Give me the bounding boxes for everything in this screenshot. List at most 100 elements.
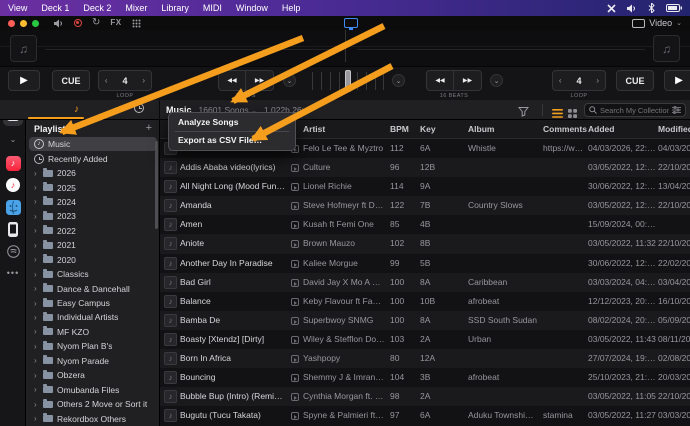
sidebar-item-obzera[interactable]: ›Obzera [26, 368, 160, 382]
column-header-key[interactable]: Key [420, 120, 436, 139]
disclosure-icon[interactable]: › [34, 414, 39, 423]
table-row[interactable]: ♪Bamba DeSuperbwoy SNMG1008ASSD South Su… [160, 311, 690, 330]
collapse-rail-icon[interactable]: ⌄ [3, 130, 23, 148]
crossfader-handle[interactable] [345, 70, 351, 92]
automix-icon[interactable]: ↻ [92, 18, 100, 28]
disclosure-icon[interactable]: › [34, 400, 39, 409]
zoom-window-button[interactable] [32, 20, 39, 27]
column-header-artist[interactable]: Artist [303, 120, 325, 139]
device-icon[interactable] [3, 220, 23, 238]
disclosure-icon[interactable]: › [34, 226, 39, 235]
sidebar-item-2024[interactable]: ›2024 [26, 195, 160, 209]
table-row[interactable]: ♪AmandaSteve Hofmeyr ft Demi Lee…1227BCo… [160, 196, 690, 215]
menu-item-deck-1[interactable]: Deck 1 [41, 3, 69, 13]
search-input[interactable] [600, 106, 669, 115]
bluetooth-icon[interactable] [648, 3, 655, 13]
display-icon[interactable] [344, 18, 358, 28]
column-header-album[interactable]: Album [468, 120, 494, 139]
deck2-cue-button[interactable]: CUE [616, 70, 654, 91]
table-row[interactable]: ♪Addis Ababa video(lyrics)Culture9612B03… [160, 158, 690, 177]
loop-increment-icon[interactable]: › [137, 71, 151, 90]
sidebar-item-mf-kzo[interactable]: ›MF KZO [26, 325, 160, 339]
search-field[interactable] [584, 103, 686, 117]
disclosure-icon[interactable]: › [34, 241, 39, 250]
sidebar-item-recently-added[interactable]: Recently Added [26, 151, 160, 165]
apple-music-icon[interactable]: ♪ [3, 154, 23, 172]
playlists-scrollbar[interactable] [155, 141, 158, 229]
close-window-button[interactable] [8, 20, 15, 27]
column-header-comments[interactable]: Comments [543, 120, 587, 139]
sidebar-item-omubanda-files[interactable]: ›Omubanda Files [26, 382, 160, 396]
deck2-beats-menu-icon[interactable]: ⌄ [490, 74, 503, 87]
tab-playlists-music-icon[interactable]: ♪ [74, 103, 79, 116]
menu-item-help[interactable]: Help [282, 3, 301, 13]
loop-increment-icon[interactable]: › [591, 71, 605, 90]
disclosure-icon[interactable]: › [34, 299, 39, 308]
add-playlist-button[interactable]: + [146, 123, 152, 134]
sidebar-item-2025[interactable]: ›2025 [26, 180, 160, 194]
sidebar-item-classics[interactable]: ›Classics [26, 267, 160, 281]
list-view-icon[interactable] [552, 105, 563, 123]
grid-view-icon[interactable] [568, 105, 577, 123]
crossfader[interactable] [312, 70, 384, 92]
minimize-window-button[interactable] [20, 20, 27, 27]
table-row[interactable]: ♪Bubble Bup (Intro) (Remix) (SNMIX)…Cynt… [160, 387, 690, 406]
sidebar-item-others-2-move-or-sort-it[interactable]: ›Others 2 Move or Sort it [26, 397, 160, 411]
streaming-icon[interactable] [3, 242, 23, 260]
disclosure-icon[interactable]: › [34, 270, 39, 279]
sidebar-item-individual-artists[interactable]: ›Individual Artists [26, 310, 160, 324]
table-row[interactable]: ♪Bugutu (Tucu Takata)Spyne & Palmieri ft… [160, 406, 690, 425]
disclosure-icon[interactable]: › [34, 169, 39, 178]
more-icon[interactable]: ••• [3, 264, 23, 282]
sidebar-item-rekordbox-others[interactable]: ›Rekordbox Others [26, 411, 160, 425]
sidebar-item-easy-campus[interactable]: ›Easy Campus [26, 296, 160, 310]
disclosure-icon[interactable]: › [34, 313, 39, 322]
loop-decrement-icon[interactable]: ‹ [99, 71, 113, 90]
beatjump-forward-icon[interactable]: ▶▶ [454, 71, 481, 90]
menu-item-analyze-songs[interactable]: Analyze Songs [169, 115, 295, 130]
disclosure-icon[interactable]: › [34, 212, 39, 221]
sidebar-item-2022[interactable]: ›2022 [26, 224, 160, 238]
sidebar-item-dance-dancehall[interactable]: ›Dance & Dancehall [26, 281, 160, 295]
battery-icon[interactable] [666, 4, 682, 12]
sidebar-item-2026[interactable]: ›2026 [26, 166, 160, 180]
x-icon[interactable] [607, 4, 616, 13]
menu-item-window[interactable]: Window [236, 3, 268, 13]
search-options-icon[interactable] [672, 106, 681, 114]
menu-item-export-as-csv-file[interactable]: Export as CSV File… [169, 133, 295, 148]
disclosure-icon[interactable]: › [34, 284, 39, 293]
beatjump-forward-icon[interactable]: ▶▶ [246, 71, 273, 90]
column-header-modified[interactable]: Modified [658, 120, 690, 139]
disclosure-icon[interactable]: › [34, 371, 39, 380]
menu-item-midi[interactable]: MIDI [203, 3, 222, 13]
table-row[interactable]: ♪Another Day In ParadiseKaliee Morgue995… [160, 254, 690, 273]
disclosure-icon[interactable]: › [34, 255, 39, 264]
deck2-play-button[interactable]: ▶ [664, 70, 690, 91]
menu-item-deck-2[interactable]: Deck 2 [83, 3, 111, 13]
beatjump-back-icon[interactable]: ◀◀ [427, 71, 454, 90]
sidebar-item-2020[interactable]: ›2020 [26, 253, 160, 267]
video-mode-toggle[interactable]: Video ⌄ [632, 18, 682, 28]
disclosure-icon[interactable]: › [34, 385, 39, 394]
beatjump-back-icon[interactable]: ◀◀ [219, 71, 246, 90]
deck2-beats-dropdown-icon[interactable]: ⌄ [392, 74, 405, 87]
deck1-beats-dropdown-icon[interactable]: ⌄ [283, 74, 296, 87]
disclosure-icon[interactable]: › [34, 356, 39, 365]
deck2-beatjump-control[interactable]: ◀◀ ▶▶ [426, 70, 482, 91]
deck1-play-button[interactable]: ▶ [8, 70, 40, 91]
volume-icon[interactable] [627, 4, 637, 13]
finder-icon[interactable] [3, 198, 23, 216]
master-volume-icon[interactable] [54, 19, 64, 28]
filter-icon[interactable] [518, 104, 529, 122]
disclosure-icon[interactable]: › [34, 197, 39, 206]
grid-icon[interactable] [132, 19, 141, 28]
tab-history-icon[interactable] [134, 103, 144, 117]
fx-button[interactable]: FX [110, 19, 121, 27]
deck1-loop-control[interactable]: ‹ 4 › [98, 70, 152, 91]
deck1-cue-button[interactable]: CUE [52, 70, 90, 91]
table-row[interactable]: ♪Born In AfricaYashpopy8012A27/07/2024, … [160, 349, 690, 368]
sidebar-item-music[interactable]: ♪Music [29, 137, 157, 151]
table-row[interactable]: ♪AmenKusah ft Femi One854B15/09/2024, 00… [160, 215, 690, 234]
itunes-icon[interactable]: ♪ [3, 176, 23, 194]
table-row[interactable]: ♪AnioteBrown Mauzo1028B03/05/2022, 11:32… [160, 234, 690, 253]
